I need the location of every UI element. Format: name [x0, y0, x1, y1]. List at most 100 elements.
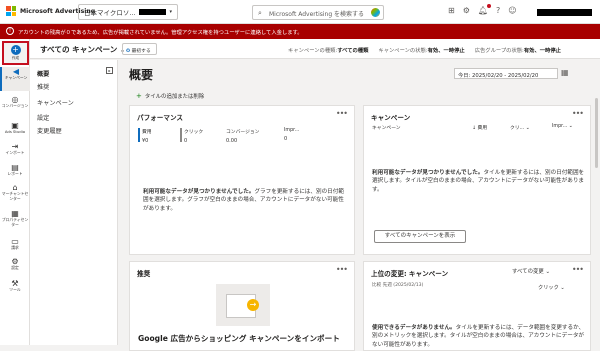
filter-campaign-type[interactable]: キャンペーンの種類:すべての種類: [288, 46, 368, 54]
card-title: キャンペーン: [371, 114, 411, 122]
performance-card: パフォーマンス ••• 費用 ¥0 クリック 0 コンバージョン 0.00 Im…: [129, 105, 355, 255]
metric-dropdown[interactable]: クリック ⌄: [538, 284, 565, 291]
nav-label: コンバージョン: [1, 103, 29, 108]
apps-icon[interactable]: ⊞: [448, 6, 455, 15]
create-button[interactable]: + 作成: [2, 41, 29, 65]
subnav-settings[interactable]: 設定: [37, 113, 49, 122]
feedback-icon[interactable]: ☺: [508, 6, 516, 15]
main-scrollbar[interactable]: [594, 90, 599, 345]
more-options-icon[interactable]: •••: [336, 265, 348, 274]
campaigns-card: キャンペーン ••• キャンペーン ↓ 費用 クリ... ⌄ Impr... ⌄…: [363, 105, 591, 255]
account-name: 日本マイクロソ...: [84, 9, 136, 17]
top-changes-card: 上位の変更: キャンペーン すべての変更 ⌄ ••• 比較 先週 (2025/0…: [363, 261, 591, 351]
more-options-icon[interactable]: •••: [336, 109, 348, 118]
nav-item-settings[interactable]: ⚙ 設定: [0, 257, 30, 271]
top-bar: Microsoft Advertising 日本マイクロソ... ▾ ⌕ Mic…: [0, 0, 600, 24]
recommendation-headline[interactable]: Google 広告からショッピング キャンペーンをインポート: [138, 333, 340, 344]
nav-item-ads-studio[interactable]: ▣ Ads Studio: [0, 121, 30, 135]
chevron-down-icon: ⌄: [543, 269, 550, 275]
account-id-redaction: [138, 9, 167, 15]
column-header-cost[interactable]: ↓ 費用: [472, 124, 487, 131]
column-label: 費用: [477, 126, 488, 131]
nav-label: プロパティセンター: [1, 217, 29, 227]
subnav-change-history[interactable]: 変更履歴: [37, 126, 62, 135]
chevron-down-icon: ⌄: [558, 285, 565, 291]
chevron-down-icon: ⌄: [567, 124, 573, 129]
filter-adgroup-status[interactable]: 広告グループの状態:有効、一時停止: [475, 46, 561, 54]
empty-title: 使用できるデータがありません。: [372, 325, 456, 331]
microsoft-logo-icon: [6, 6, 16, 16]
nav-item-reports[interactable]: ▤ レポート: [0, 163, 30, 177]
nav-label: Ads Studio: [4, 129, 26, 134]
account-selector[interactable]: 日本マイクロソ... ▾: [78, 4, 178, 20]
more-options-icon[interactable]: •••: [572, 109, 584, 118]
scope-title: すべての キャンペーン: [40, 45, 118, 54]
nav-item-tools[interactable]: ⚒ ツール: [0, 279, 30, 293]
nav-label: ツール: [9, 287, 21, 292]
nav-item-import[interactable]: ⇥ インポート: [0, 142, 30, 156]
more-options-icon[interactable]: •••: [572, 265, 584, 274]
collapse-panel-icon[interactable]: ▸: [106, 67, 113, 74]
card-title: 上位の変更: キャンペーン: [371, 270, 449, 278]
nav-item-campaigns[interactable]: ◀ キャンペーン: [0, 67, 30, 91]
main-content: 概要 今日: 2025/02/20 - 2025/02/20 ▦ + タイルの追加…: [118, 60, 600, 351]
column-header-clicks[interactable]: クリ... ⌄: [510, 124, 530, 131]
filter-campaign-status[interactable]: キャンペーンの状態:有効、一時停止: [378, 46, 464, 54]
metric-impressions[interactable]: Impr... 0: [284, 128, 299, 142]
metric-cost[interactable]: 費用 ¥0: [138, 128, 152, 144]
help-icon[interactable]: ?: [496, 6, 500, 15]
metric-conversions[interactable]: コンバージョン 0.00: [226, 128, 259, 144]
empty-title: 利用可能なデータが見つかりませんでした。: [372, 170, 484, 176]
filter-value: すべての変更: [512, 269, 544, 275]
chevron-down-icon: ▾: [169, 9, 172, 15]
import-illustration: →: [216, 284, 270, 326]
add-tile-label: タイルの追加または削除: [144, 94, 205, 100]
metric-label: クリック: [538, 285, 559, 291]
metric-value: 0: [284, 136, 288, 142]
nav-label: 設定: [11, 265, 19, 270]
favorite-button[interactable]: ✪ 最初する: [122, 43, 157, 55]
campaign-scope-dropdown[interactable]: すべての キャンペーン ⌄: [40, 44, 125, 55]
left-navigation: + 作成 ◀ キャンペーン ◎ コンバージョン ▣ Ads Studio ⇥ イ…: [0, 39, 30, 345]
subnav-overview[interactable]: 概要: [37, 69, 49, 78]
date-range-picker[interactable]: 今日: 2025/02/20 - 2025/02/20: [454, 68, 558, 79]
copilot-icon[interactable]: [371, 8, 380, 17]
notification-badge: [487, 4, 492, 8]
card-title: 推奨: [137, 270, 151, 278]
user-name-redaction[interactable]: [537, 9, 592, 16]
nav-item-billing[interactable]: ▭ 請求: [0, 237, 30, 251]
metric-label: コンバージョン: [226, 130, 260, 135]
metric-value: 0.00: [226, 138, 238, 144]
search-input[interactable]: ⌕ Microsoft Advertising を検索する: [252, 5, 384, 20]
calendar-icon[interactable]: ▦: [561, 68, 569, 77]
recommendations-card: 推奨 ••• → Google 広告からショッピング キャンペーンをインポート: [129, 261, 355, 351]
notifications-icon[interactable]: 🔔︎: [478, 4, 492, 15]
add-remove-tiles-link[interactable]: + タイルの追加または削除: [136, 92, 204, 100]
subnav-campaigns[interactable]: キャンペーン: [37, 98, 74, 107]
settings-icon[interactable]: ⚙: [463, 6, 470, 15]
subnav-recommendations[interactable]: 推奨: [37, 82, 49, 91]
nav-item-property-center[interactable]: ▦ プロパティセンター: [0, 209, 30, 227]
empty-state-message: 使用できるデータがありません。タイルを更新するには、データ範囲を変更するか、別の…: [372, 324, 586, 349]
nav-label: マーチャントセンター: [1, 191, 29, 201]
filter-label: キャンペーンの状態:: [378, 48, 428, 54]
filter-label: キャンペーンの種類:: [288, 48, 338, 54]
scrollbar-thumb[interactable]: [595, 98, 598, 168]
nav-item-merchant-center[interactable]: ⌂ マーチャントセンター: [0, 183, 30, 201]
column-header-impressions[interactable]: Impr... ⌄: [552, 124, 573, 129]
empty-title: 利用可能なデータが見つかりませんでした。: [143, 189, 255, 195]
campaign-subnav: ▸ 概要 推奨 キャンペーン 設定 変更履歴: [30, 60, 118, 345]
scope-selector-bar: すべての キャンペーン ⌄ ✪ 最初する キャンペーンの種類:すべての種類 キャ…: [30, 39, 600, 59]
nav-item-conversions[interactable]: ◎ コンバージョン: [0, 95, 30, 109]
view-all-campaigns-button[interactable]: すべてのキャンペーンを表示: [374, 230, 466, 243]
plus-icon: +: [10, 45, 21, 55]
change-filter-dropdown[interactable]: すべての変更 ⌄: [512, 267, 550, 275]
metric-value: 0: [184, 138, 188, 144]
metric-clicks[interactable]: クリック 0: [180, 128, 203, 144]
column-header-campaign[interactable]: キャンペーン: [372, 124, 401, 131]
filter-label: 広告グループの状態:: [474, 48, 524, 54]
empty-state-message: 利用可能なデータが見つかりませんでした。グラフを更新するには、別の日付範囲を選択…: [143, 188, 348, 213]
column-label: クリ...: [510, 126, 525, 131]
alert-text: アカウントの残高が０であるため、広告が掲載されていません。管理アクセス権を持つユ…: [18, 30, 303, 36]
create-label: 作成: [11, 56, 20, 60]
